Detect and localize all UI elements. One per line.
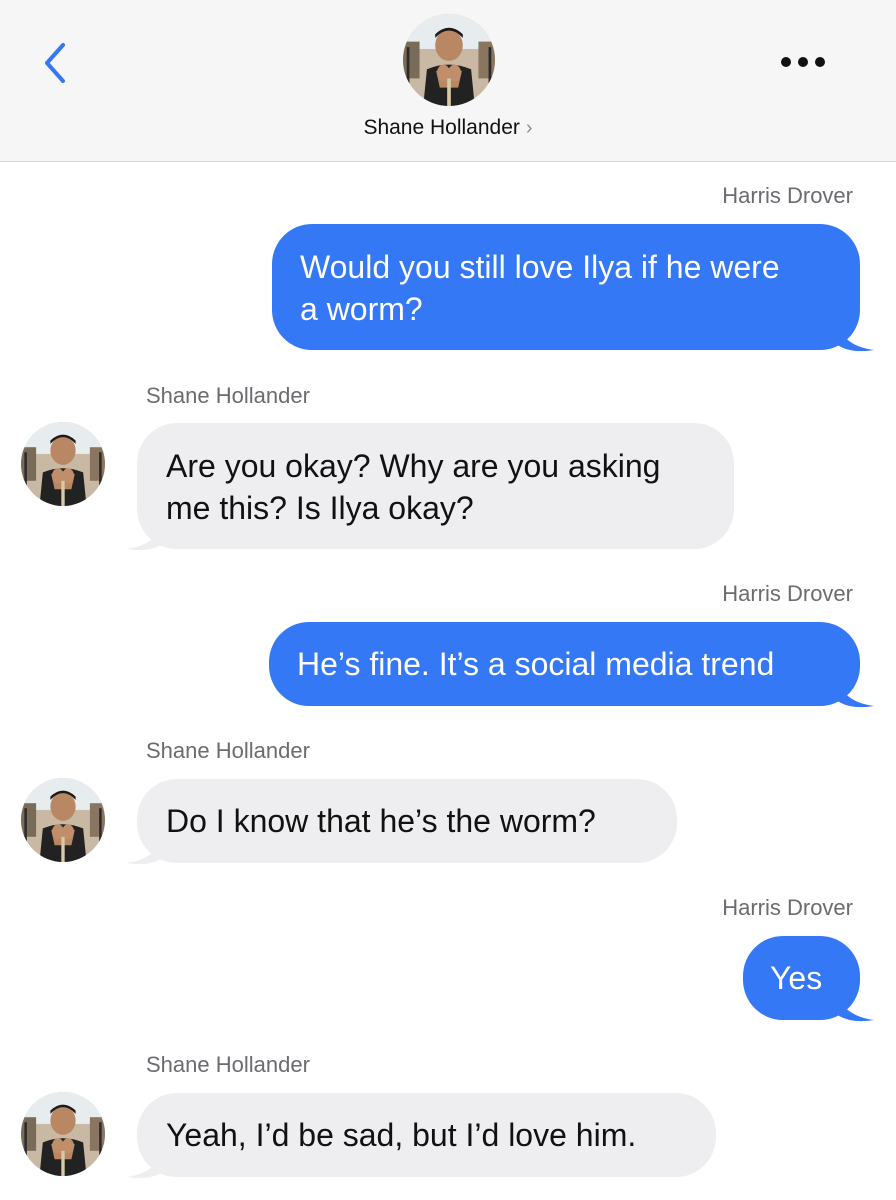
message-line: He’s fine. It’s a social media trend <box>297 646 775 682</box>
message-line: me this? Is Ilya okay? <box>166 490 474 526</box>
contact-name: Shane Hollander <box>363 116 520 139</box>
bubble-tail-outgoing <box>836 676 874 708</box>
message-line: Would you still love Ilya if he were <box>300 249 780 285</box>
ellipsis-icon <box>781 57 825 67</box>
message-bubble-outgoing[interactable]: He’s fine. It’s a social media trend <box>269 622 860 706</box>
message-bubble-outgoing[interactable]: Would you still love Ilya if he were a w… <box>272 224 860 350</box>
sender-label: Shane Hollander <box>146 1052 310 1077</box>
chevron-left-icon <box>45 43 65 83</box>
sender-label: Harris Drover <box>722 581 853 606</box>
sender-avatar[interactable] <box>21 1092 105 1176</box>
conversation-header: Shane Hollander › <box>0 0 896 162</box>
message-line: Do I know that he’s the worm? <box>166 803 596 839</box>
message-bubble-incoming[interactable]: Do I know that he’s the worm? <box>137 779 677 863</box>
sender-avatar[interactable] <box>21 778 105 862</box>
sender-label: Harris Drover <box>722 895 853 920</box>
bubble-tail-outgoing <box>836 320 874 352</box>
sender-label: Shane Hollander <box>146 383 310 408</box>
chevron-right-icon: › <box>525 117 533 139</box>
sender-avatar[interactable] <box>21 422 105 506</box>
bubble-tail-incoming <box>126 1147 164 1179</box>
back-button[interactable] <box>30 38 80 88</box>
bubble-tail-incoming <box>126 833 164 865</box>
sender-label: Harris Drover <box>722 183 853 208</box>
contact-avatar[interactable] <box>403 14 495 106</box>
bubble-tail-incoming <box>126 519 164 551</box>
more-options-button[interactable] <box>770 42 836 82</box>
message-line: Are you okay? Why are you asking <box>166 448 661 484</box>
contact-name-button[interactable]: Shane Hollander › <box>0 116 896 140</box>
message-line: Yeah, I’d be sad, but I’d love him. <box>166 1117 637 1153</box>
bubble-tail-outgoing <box>836 990 874 1022</box>
sender-label: Shane Hollander <box>146 738 310 763</box>
message-bubble-incoming[interactable]: Are you okay? Why are you asking me this… <box>137 423 734 549</box>
message-line: a worm? <box>300 291 423 327</box>
message-bubble-incoming[interactable]: Yeah, I’d be sad, but I’d love him. <box>137 1093 716 1177</box>
